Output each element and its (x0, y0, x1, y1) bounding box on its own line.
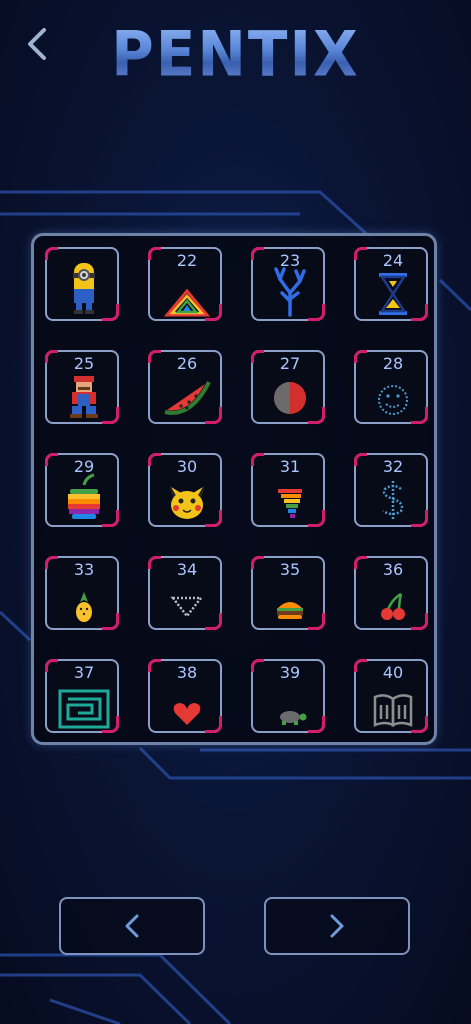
minion-icon (73, 263, 95, 314)
chevron-right-icon (330, 914, 344, 938)
level-tile[interactable]: 23 (251, 247, 325, 321)
level-tile[interactable]: 32 (354, 453, 428, 527)
level-tile[interactable]: 22 (148, 247, 222, 321)
level-tile[interactable]: 35 (251, 556, 325, 630)
level-tile[interactable]: 27 (251, 350, 325, 424)
level-tile[interactable] (45, 247, 119, 321)
level-tile[interactable]: 26 (148, 350, 222, 424)
level-tile[interactable]: 36 (354, 556, 428, 630)
diamond-icon (170, 596, 204, 619)
pikachu-icon (169, 485, 205, 519)
level-tile[interactable]: 38 (148, 659, 222, 733)
rainbow-triangle-icon (163, 288, 211, 317)
cherries-icon (381, 592, 405, 620)
next-page-button[interactable] (264, 897, 410, 955)
tornado-icon (278, 489, 302, 518)
coral-tree-icon (274, 267, 306, 317)
level-tile[interactable]: 30 (148, 453, 222, 527)
dollar-sign-icon (382, 481, 404, 521)
hourglass-icon (379, 273, 407, 315)
previous-page-button[interactable] (59, 897, 205, 955)
mario-icon (70, 376, 98, 418)
pineapple-icon (76, 592, 92, 622)
level-tile[interactable]: 25 (45, 350, 119, 424)
watermelon-icon (164, 381, 211, 415)
level-tile[interactable]: 31 (251, 453, 325, 527)
chevron-left-icon (125, 914, 139, 938)
red-ball-icon (274, 382, 306, 414)
level-tile[interactable]: 24 (354, 247, 428, 321)
level-tile[interactable]: 40 (354, 659, 428, 733)
smiley-outline-icon (378, 385, 408, 415)
heart-icon (173, 703, 201, 725)
maze-icon (58, 689, 110, 729)
level-grid: 22 23 24 25 26 27 28 29 30 31 32 33 34 3… (45, 247, 428, 733)
burger-icon (277, 602, 303, 619)
level-tile[interactable]: 29 (45, 453, 119, 527)
turtle-icon (280, 711, 307, 725)
level-tile[interactable]: 39 (251, 659, 325, 733)
open-book-icon (373, 694, 413, 728)
level-grid-panel: 22 23 24 25 26 27 28 29 30 31 32 33 34 3… (31, 233, 437, 745)
level-tile[interactable]: 34 (148, 556, 222, 630)
rainbow-apple-icon (68, 473, 100, 519)
level-tile[interactable]: 33 (45, 556, 119, 630)
level-tile[interactable]: 37 (45, 659, 119, 733)
page-title: PENTIX (0, 11, 471, 97)
level-tile[interactable]: 28 (354, 350, 428, 424)
